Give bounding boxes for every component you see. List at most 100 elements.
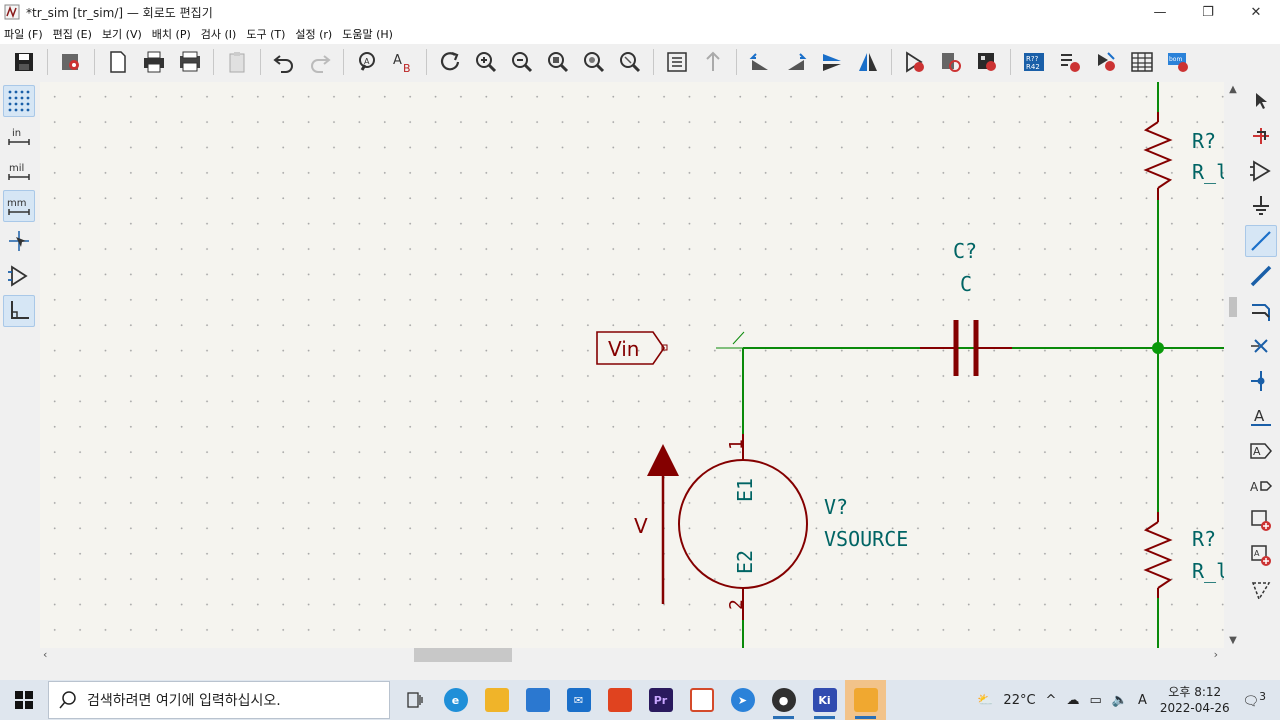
- scroll-right-arrow[interactable]: ›: [1214, 648, 1218, 661]
- zoom-fit-button[interactable]: [544, 48, 572, 76]
- scroll-up-arrow[interactable]: ▲: [1224, 84, 1242, 95]
- start-button[interactable]: [0, 680, 48, 720]
- app-red-taskbar-button[interactable]: [681, 680, 722, 720]
- minimize-button[interactable]: —: [1136, 0, 1184, 24]
- symbol-editor-button[interactable]: [901, 48, 929, 76]
- maximize-button[interactable]: ❐: [1184, 0, 1232, 24]
- zoom-selection-button[interactable]: [616, 48, 644, 76]
- speaker-icon[interactable]: 🔈: [1112, 693, 1128, 708]
- undo-button[interactable]: [270, 48, 298, 76]
- menu-file[interactable]: 파일 (F): [4, 26, 43, 42]
- clock[interactable]: 오후 8:12 2022-04-26: [1160, 684, 1230, 716]
- add-wire-button[interactable]: [1245, 225, 1277, 257]
- chevron-up-icon[interactable]: ^: [1046, 693, 1057, 708]
- scroll-left-arrow[interactable]: ‹: [43, 648, 47, 661]
- close-button[interactable]: ✕: [1232, 0, 1280, 24]
- add-no-connect-button[interactable]: [1245, 330, 1277, 362]
- obs-taskbar-button[interactable]: ●: [763, 680, 804, 720]
- line-mode-button[interactable]: [3, 295, 35, 327]
- find-replace-button[interactable]: AB: [389, 48, 417, 76]
- menu-settings[interactable]: 설정 (r): [295, 26, 332, 42]
- erc-button[interactable]: [1056, 48, 1084, 76]
- file-explorer-taskbar-button[interactable]: [476, 680, 517, 720]
- weather-temp[interactable]: 22°C: [1003, 693, 1035, 708]
- label-icon: A: [1251, 407, 1271, 426]
- add-label-button[interactable]: A: [1245, 400, 1277, 432]
- zoom-out-button[interactable]: [508, 48, 536, 76]
- battery-icon[interactable]: ▭: [1089, 693, 1101, 708]
- schematic-setup-button[interactable]: [57, 48, 85, 76]
- bulk-edit-fields-button[interactable]: [1128, 48, 1156, 76]
- zoom-objects-button[interactable]: [580, 48, 608, 76]
- highlight-net-button[interactable]: [1245, 120, 1277, 152]
- task-view-button[interactable]: [394, 680, 435, 720]
- bom-button[interactable]: bom: [1164, 48, 1192, 76]
- office-taskbar-button[interactable]: [599, 680, 640, 720]
- edge-taskbar-button[interactable]: e: [435, 680, 476, 720]
- plot-button[interactable]: [176, 48, 204, 76]
- import-sheet-pin-button[interactable]: A: [1245, 540, 1277, 572]
- add-junction-button[interactable]: [1245, 365, 1277, 397]
- vertical-scroll-thumb[interactable]: [1229, 297, 1237, 317]
- menu-inspect[interactable]: 검사 (I): [201, 26, 237, 42]
- find-button[interactable]: A: [353, 48, 381, 76]
- select-tool-button[interactable]: [1245, 85, 1277, 117]
- footprint-editor-button[interactable]: [973, 48, 1001, 76]
- network-icon[interactable]: ☁: [1066, 693, 1079, 708]
- mirror-vertical-button[interactable]: [818, 48, 846, 76]
- refresh-button[interactable]: [436, 48, 464, 76]
- rotate-ccw-button[interactable]: [746, 48, 774, 76]
- assign-footprints-button[interactable]: [1092, 48, 1120, 76]
- ime-indicator[interactable]: A: [1138, 693, 1147, 708]
- file-app-taskbar-button[interactable]: [845, 680, 886, 720]
- schematic-canvas[interactable]: Vin C? C R? R_l R? R_l V E1 E2 1 2 V? VS…: [40, 82, 1224, 648]
- no-connect-icon: [1251, 339, 1268, 353]
- kicad-taskbar-button[interactable]: Ki: [804, 680, 845, 720]
- taskbar-search-box[interactable]: 검색하려면 여기에 입력하십시오.: [48, 681, 390, 719]
- app-blue-taskbar-button[interactable]: ➤: [722, 680, 763, 720]
- store-taskbar-button[interactable]: [517, 680, 558, 720]
- paste-button[interactable]: [223, 48, 251, 76]
- print-button[interactable]: [140, 48, 168, 76]
- horizontal-scroll-thumb[interactable]: [414, 648, 512, 662]
- scroll-down-arrow[interactable]: ▼: [1224, 635, 1242, 646]
- zoom-in-button[interactable]: [472, 48, 500, 76]
- vertical-scrollbar[interactable]: ▲ ▼: [1224, 82, 1242, 648]
- symbol-browser-button[interactable]: [937, 48, 965, 76]
- redo-button[interactable]: [306, 48, 334, 76]
- add-global-label-button[interactable]: A: [1245, 435, 1277, 467]
- mirror-horizontal-button[interactable]: [854, 48, 882, 76]
- units-mm-button[interactable]: mm: [3, 190, 35, 222]
- leave-sheet-button[interactable]: [699, 48, 727, 76]
- annotate-button[interactable]: R?? R42: [1020, 48, 1048, 76]
- add-sheet-button[interactable]: [1245, 505, 1277, 537]
- add-bus-entry-button[interactable]: [1245, 295, 1277, 327]
- add-hierarchical-label-button[interactable]: A: [1245, 470, 1277, 502]
- units-mils-button[interactable]: mil: [3, 155, 35, 187]
- windows-taskbar: 검색하려면 여기에 입력하십시오. e ✉ Pr ➤ ● Ki ⛅ 22°C ^…: [0, 680, 1280, 720]
- menu-tools[interactable]: 도구 (T): [246, 26, 285, 42]
- menu-edit[interactable]: 편집 (E): [53, 26, 92, 42]
- svg-text:A: A: [1254, 407, 1265, 425]
- add-graphic-line-button[interactable]: [1245, 575, 1277, 607]
- add-symbol-button[interactable]: [1245, 155, 1277, 187]
- premiere-taskbar-button[interactable]: Pr: [640, 680, 681, 720]
- weather-icon[interactable]: ⛅: [977, 693, 993, 708]
- menu-help[interactable]: 도움말 (H): [342, 26, 393, 42]
- add-power-button[interactable]: [1245, 190, 1277, 222]
- page-settings-button[interactable]: [104, 48, 132, 76]
- rotate-cw-button[interactable]: [782, 48, 810, 76]
- horizontal-scrollbar[interactable]: ‹ ›: [40, 648, 1224, 664]
- mail-taskbar-button[interactable]: ✉: [558, 680, 599, 720]
- menu-bar: 파일 (F) 편집 (E) 보기 (V) 배치 (P) 검사 (I) 도구 (T…: [0, 24, 1280, 44]
- notification-center-icon[interactable]: 🗨3: [1243, 690, 1266, 709]
- menu-place[interactable]: 배치 (P): [152, 26, 191, 42]
- cursor-shape-button[interactable]: [3, 225, 35, 257]
- hierarchy-navigator-button[interactable]: [663, 48, 691, 76]
- units-inches-button[interactable]: in: [3, 120, 35, 152]
- show-hidden-pins-button[interactable]: [3, 260, 35, 292]
- save-button[interactable]: [10, 48, 38, 76]
- menu-view[interactable]: 보기 (V): [102, 26, 142, 42]
- toggle-grid-button[interactable]: [3, 85, 35, 117]
- add-bus-button[interactable]: [1245, 260, 1277, 292]
